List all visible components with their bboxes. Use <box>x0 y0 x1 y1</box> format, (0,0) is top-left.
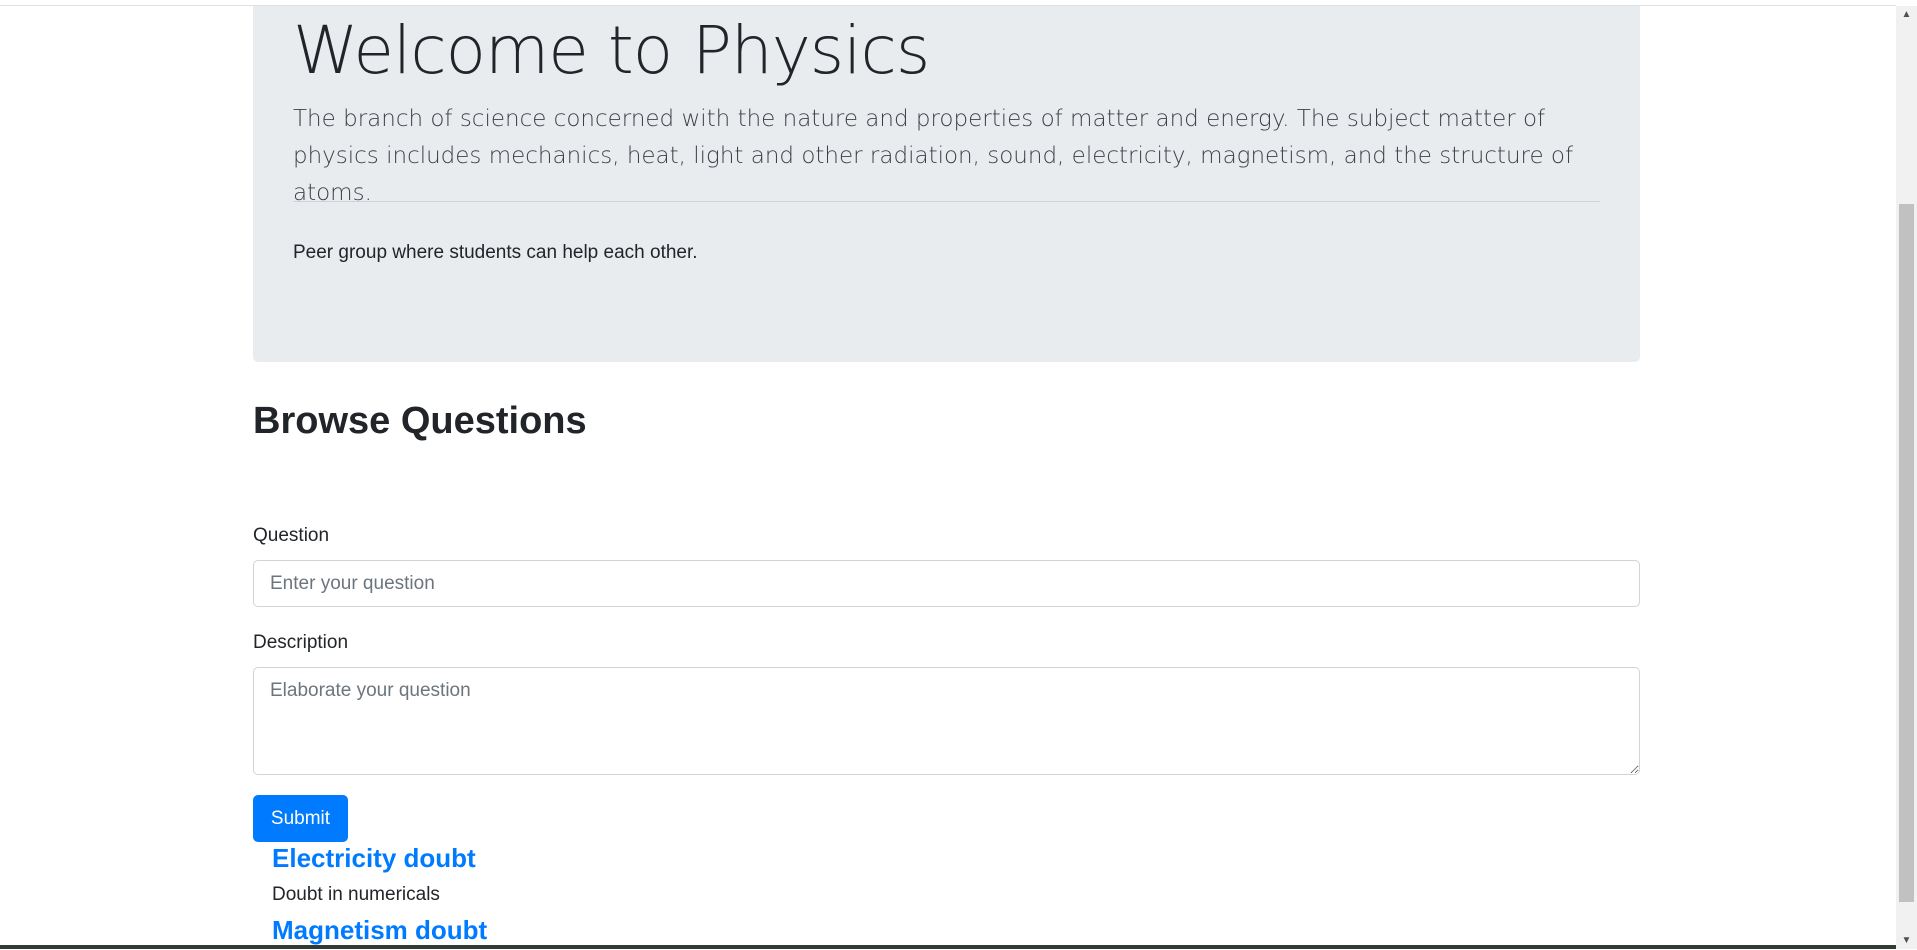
jumbotron-description: Peer group where students can help each … <box>293 242 698 263</box>
arrow-up-icon[interactable]: ▲ <box>1896 6 1917 23</box>
arrow-down-icon[interactable]: ▼ <box>1896 932 1917 949</box>
list-item: Magnetism doubt <box>272 910 1572 950</box>
question-label: Question <box>253 525 330 546</box>
list-item: Electricity doubt Doubt in numericals <box>272 838 1572 910</box>
jumbotron: Welcome to Physics The branch of science… <box>253 6 1640 362</box>
description-textarea[interactable] <box>253 667 1640 775</box>
lead-paragraph: The branch of science concerned with the… <box>293 106 1574 206</box>
browse-questions-heading: Browse Questions <box>253 400 587 442</box>
divider <box>293 201 1600 202</box>
question-link-electricity[interactable]: Electricity doubt <box>272 838 1572 878</box>
question-link-magnetism[interactable]: Magnetism doubt <box>272 910 1572 950</box>
scrollbar-thumb[interactable] <box>1899 204 1914 902</box>
bottom-bar <box>0 945 1896 949</box>
question-input[interactable] <box>253 560 1640 607</box>
submit-button[interactable]: Submit <box>253 795 348 842</box>
description-label: Description <box>253 632 349 653</box>
question-description: Doubt in numericals <box>272 884 440 905</box>
page-title: Welcome to Physics <box>293 12 930 89</box>
vertical-scrollbar[interactable]: ▲ ▼ <box>1896 6 1917 949</box>
question-list: Electricity doubt Doubt in numericals Ma… <box>272 838 1572 950</box>
